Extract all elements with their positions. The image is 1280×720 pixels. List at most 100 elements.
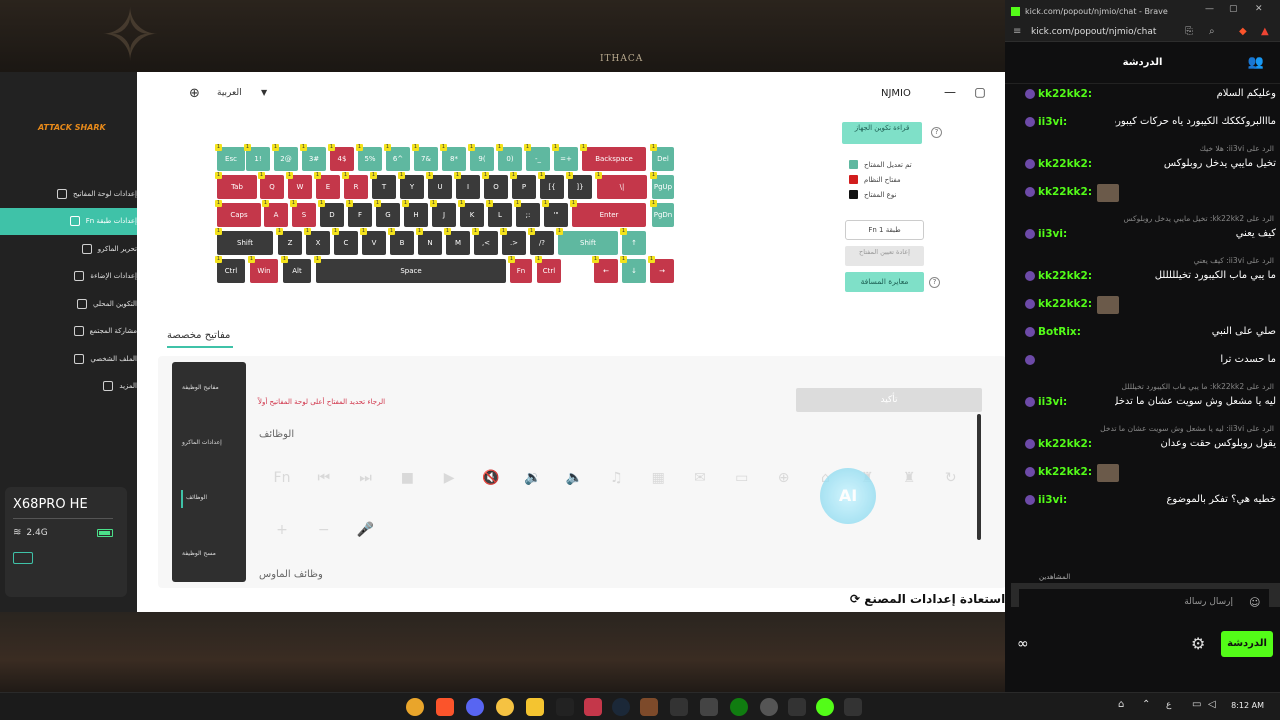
clock[interactable]: 8:12 AM [1231,701,1264,710]
infinity-icon[interactable]: ∞ [1017,636,1029,652]
app-icon[interactable] [760,698,778,716]
function-icon[interactable]: ⊕ [774,468,794,488]
function-icon[interactable]: 🎤 [356,520,376,540]
chat-message[interactable]: kk22kk2: [1005,184,1280,206]
key[interactable]: 4$ [328,144,354,171]
key[interactable]: A [262,200,288,227]
function-icon[interactable]: ✉ [690,468,710,488]
chat-username[interactable]: kk22kk2: [1038,466,1092,478]
key[interactable]: J [430,200,456,227]
key[interactable]: 2@ [272,144,298,171]
sidebar-item-6[interactable]: الملف الشخصي [0,345,137,373]
layer-select[interactable]: Fn 1 طبقة [845,220,924,240]
key[interactable]: 8* [440,144,466,171]
calibrate-distance-button[interactable]: معايرة المسافة [845,272,924,292]
key[interactable]: O [482,172,508,199]
brave-icon[interactable] [436,698,454,716]
chevron-up-icon[interactable]: ⌃ [1142,699,1150,710]
key[interactable]: F [346,200,372,227]
chat-message[interactable]: kk22kk2: وعليكم السلام [1005,88,1280,108]
chat-username[interactable]: kk22kk2: [1038,298,1092,310]
subnav-functions[interactable]: الوظائف [186,494,207,501]
function-icon[interactable]: 🔉 [523,468,543,488]
chrome-icon[interactable] [406,698,424,716]
key[interactable]: C [332,228,358,255]
key[interactable]: 6^ [384,144,410,171]
function-icon[interactable]: ↻ [941,468,961,488]
reset-key-button[interactable]: إعادة تعيين المفتاح [845,246,924,266]
key[interactable]: /? [528,228,554,255]
emoji-icon[interactable]: ☺ [1249,596,1260,609]
address-bar[interactable]: ≡ kick.com/popout/njmio/chat ⎘ ⌕ ◆ ▲ [1005,22,1280,42]
chat-username[interactable]: kk22kk2: [1038,158,1092,170]
key[interactable]: ← [592,256,618,283]
key[interactable]: Shift [556,228,618,255]
key[interactable]: Y [398,172,424,199]
key[interactable]: Alt [281,256,311,283]
sidebar-item-3[interactable]: إعدادات الإضاءة [0,263,137,291]
chat-input[interactable]: إرسال رسالة [1019,589,1269,615]
chat-username[interactable]: ii3vi: [1038,116,1067,128]
chat-username[interactable]: BotRix: [1038,326,1081,338]
chat-username[interactable]: kk22kk2: [1038,88,1092,100]
chat-message[interactable]: BotRix: صلي على النبي [1005,326,1280,346]
chat-message[interactable]: kk22kk2: تخيل مايبي يدخل روبلوكس [1005,158,1280,178]
steam-icon[interactable] [612,698,630,716]
app-icon[interactable] [584,698,602,716]
discord-icon[interactable] [466,698,484,716]
function-icon[interactable]: ▦ [648,468,668,488]
key[interactable]: I [454,172,480,199]
file-explorer-icon[interactable] [526,698,544,716]
read-config-button[interactable]: قراءة تكوين الجهاز [842,122,922,144]
gear-icon[interactable]: ⚙ [1191,634,1205,653]
key[interactable]: ;: [514,200,540,227]
key[interactable]: X [304,228,330,255]
subnav-function-keys[interactable]: مفاتيح الوظيفة [182,384,219,391]
key[interactable]: N [416,228,442,255]
app-icon[interactable] [556,698,574,716]
chat-message[interactable]: ما حسدت ترا [1005,354,1280,374]
key[interactable]: Q [258,172,284,199]
factory-reset-button[interactable]: ⟳ استعادة إعدادات المصنع [850,592,1005,606]
key[interactable]: Del [650,144,674,171]
key[interactable]: → [648,256,674,283]
key[interactable]: D [318,200,344,227]
key[interactable]: Win [248,256,278,283]
confirm-button[interactable]: تأكيد [796,388,982,412]
chat-username[interactable]: ii3vi: [1038,228,1067,240]
function-icon[interactable]: ▭ [732,468,752,488]
key[interactable]: PgUp [650,172,674,199]
key[interactable]: '" [542,200,568,227]
function-icon[interactable]: + [272,520,292,540]
sidebar-item-5[interactable]: مشاركة المجتمع [0,318,137,346]
chat-username[interactable]: kk22kk2: [1038,186,1092,198]
network-icon[interactable]: ▭ [1192,699,1201,710]
app-icon[interactable] [788,698,806,716]
tab-custom-keys[interactable]: مفاتيح مخصصة [167,330,230,341]
subnav-macro-settings[interactable]: إعدادات الماكرو [182,439,222,446]
ime-indicator[interactable]: ع [1166,700,1171,710]
key[interactable]: 9( [468,144,494,171]
help-icon[interactable]: ? [929,277,940,288]
kick-icon[interactable] [816,698,834,716]
key[interactable]: ↓ [620,256,646,283]
sidebar-item-0[interactable]: إعدادات لوحة المفاتيح [0,180,137,208]
key[interactable]: L [486,200,512,227]
chat-username[interactable]: kk22kk2: [1038,438,1092,450]
key[interactable]: E [314,172,340,199]
function-icon[interactable]: ⏭ [356,468,376,488]
key[interactable]: M [444,228,470,255]
sidebar-item-4[interactable]: التكوين المحلي [0,290,137,318]
scrollbar[interactable] [977,414,981,540]
key[interactable]: V [360,228,386,255]
help-icon[interactable]: ? [931,127,942,138]
key[interactable]: S [290,200,316,227]
brave-rewards-icon[interactable]: ▲ [1261,26,1269,37]
key[interactable]: 0) [496,144,522,171]
volume-icon[interactable]: ◁ [1208,699,1216,710]
key[interactable]: U [426,172,452,199]
key[interactable]: Caps [215,200,261,227]
chat-message[interactable]: ii3vi: مااالبروكككك الكيبورد ياه حركات كي… [1005,116,1280,136]
key[interactable]: \| [595,172,647,199]
app-icon[interactable] [640,698,658,716]
